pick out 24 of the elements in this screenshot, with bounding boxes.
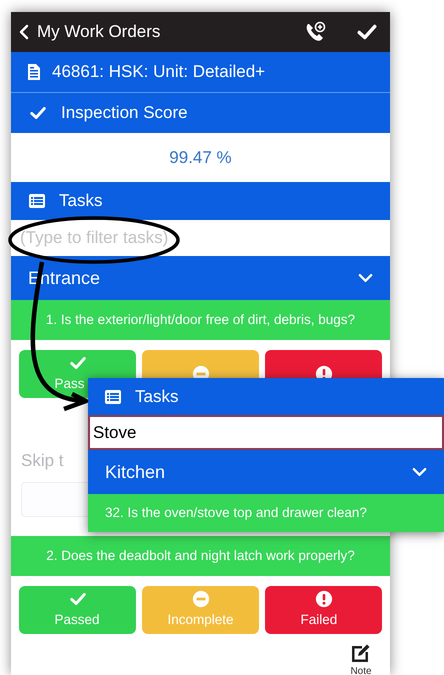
filter-field[interactable]: Stove	[88, 415, 444, 450]
score-title: Inspection Score	[61, 102, 188, 124]
tasks-title: Tasks	[135, 386, 178, 408]
task-question: 1. Is the exterior/light/door free of dirt, debris, bugs?	[46, 310, 356, 329]
list-icon	[105, 390, 121, 404]
edit-icon	[350, 642, 372, 664]
check-icon	[29, 104, 47, 122]
score-value: 99.47 %	[169, 146, 232, 169]
failed-button[interactable]: Failed	[265, 586, 382, 634]
list-icon	[29, 194, 45, 208]
minus-circle-icon	[192, 590, 210, 608]
tasks-title: Tasks	[59, 190, 102, 212]
task-question: 32. Is the oven/stove top and drawer clean?	[105, 504, 367, 522]
phone-plus-icon[interactable]	[304, 21, 326, 43]
note-button[interactable]: Note	[350, 642, 372, 675]
work-order-title: 46861: HSK: Unit: Detailed+	[52, 61, 266, 84]
section-header[interactable]: Kitchen	[88, 450, 444, 494]
filter-field[interactable]: (Type to filter tasks)	[11, 220, 390, 256]
document-icon	[28, 64, 40, 80]
back-button[interactable]: My Work Orders	[19, 19, 160, 45]
skip-label: Skip t	[21, 450, 64, 472]
exclamation-circle-icon	[314, 590, 332, 608]
back-icon	[19, 24, 29, 40]
task-question: 2. Does the deadbolt and night latch work properly?	[46, 546, 355, 565]
